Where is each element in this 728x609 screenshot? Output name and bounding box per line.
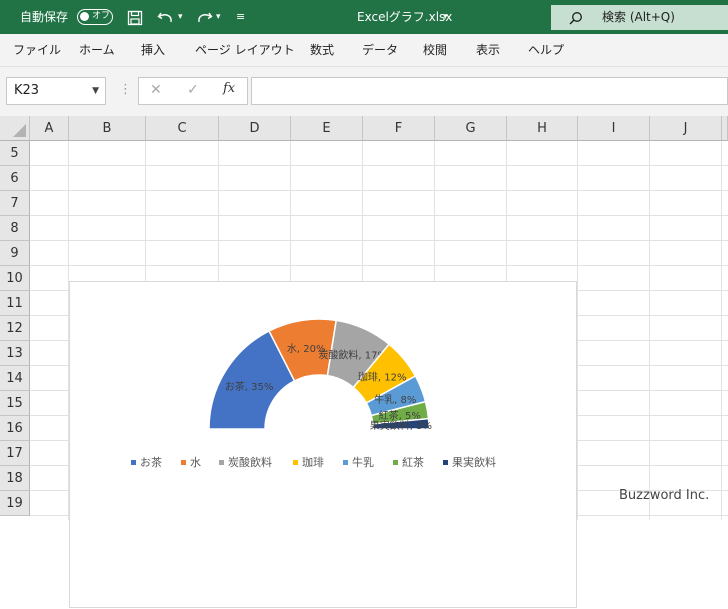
customize-toolbar-icon[interactable]: ≡ (236, 0, 245, 34)
search-icon (569, 5, 583, 30)
search-box[interactable]: 検索 (Alt+Q) (551, 5, 728, 30)
legend-swatch-7 (443, 460, 448, 465)
ribbon-tabs: ファイル ホーム 挿入 ページ レイアウト 数式 データ 校閲 表示 ヘルプ (0, 34, 728, 67)
legend-swatch-3 (219, 460, 224, 465)
file-name[interactable]: Excelグラフ.xlsx (357, 0, 452, 34)
tab-page-layout[interactable]: ページ レイアウト (195, 34, 295, 66)
legend-swatch-4 (293, 460, 298, 465)
title-bar: 自動保存 オフ ▾ ▾ ≡ Excelグラフ.xlsx ▾ 検索 (Alt+Q) (0, 0, 728, 34)
row-header-17[interactable]: 17 (0, 441, 30, 466)
column-header-A[interactable]: A (30, 116, 69, 141)
row-header-15[interactable]: 15 (0, 391, 30, 416)
row-gridline (30, 265, 728, 266)
row-header-12[interactable]: 12 (0, 316, 30, 341)
row-header-8[interactable]: 8 (0, 216, 30, 241)
undo-icon[interactable] (157, 0, 175, 34)
legend-label-2: 水 (190, 456, 201, 469)
name-box[interactable]: K23 ▼ (6, 77, 106, 105)
column-header-J[interactable]: J (650, 116, 722, 141)
tab-formulas[interactable]: 数式 (310, 34, 334, 66)
undo-dropdown-icon[interactable]: ▾ (178, 0, 183, 34)
column-header-G[interactable]: G (435, 116, 507, 141)
row-header-16[interactable]: 16 (0, 416, 30, 441)
row-gridline (30, 215, 728, 216)
row-gridline (30, 190, 728, 191)
save-icon[interactable] (127, 0, 143, 34)
doughnut-chart[interactable]: お茶, 35% 水, 20% 炭酸飲料, 17% 珈琲, 12% 牛乳, 8% 紅茶, 5… (69, 281, 577, 608)
row-header-9[interactable]: 9 (0, 241, 30, 266)
autosave-label: 自動保存 (20, 10, 69, 24)
insert-function-icon[interactable]: fx (223, 81, 235, 96)
autosave-toggle[interactable]: オフ (77, 9, 113, 25)
column-header-B[interactable]: B (69, 116, 146, 141)
tab-help[interactable]: ヘルプ (528, 34, 564, 66)
name-box-value: K23 (14, 83, 40, 98)
search-label: 検索 (Alt+Q) (602, 10, 675, 24)
column-header-D[interactable]: D (219, 116, 291, 141)
column-header-H[interactable]: H (507, 116, 578, 141)
chart-plot: お茶, 35%水, 20%炭酸飲料, 17%珈琲, 12%牛乳, 8%紅茶, 5… (131, 318, 496, 469)
data-label-1: お茶, 35% (225, 380, 274, 393)
legend-label-7: 果実飲料 (452, 455, 496, 469)
row-header-13[interactable]: 13 (0, 341, 30, 366)
legend-label-6: 紅茶 (402, 456, 424, 469)
tab-review[interactable]: 校閲 (423, 34, 447, 66)
column-header-E[interactable]: E (291, 116, 363, 141)
legend-label-4: 珈琲 (302, 455, 324, 469)
tab-insert[interactable]: 挿入 (141, 34, 165, 66)
redo-icon[interactable] (195, 0, 213, 34)
row-header-11[interactable]: 11 (0, 291, 30, 316)
autosave-state: オフ (92, 11, 111, 21)
row-gridline (30, 240, 728, 241)
column-header-F[interactable]: F (363, 116, 435, 141)
more-options-icon: ⋮ (119, 82, 132, 97)
row-header-18[interactable]: 18 (0, 466, 30, 491)
watermark-text: Buzzword Inc. (619, 488, 710, 503)
legend-label-3: 炭酸飲料 (228, 455, 272, 469)
tab-data[interactable]: データ (362, 34, 398, 66)
formula-bar: K23 ▼ ⋮ ✕ ✓ fx (0, 67, 728, 116)
tab-file[interactable]: ファイル (13, 34, 61, 66)
row-header-6[interactable]: 6 (0, 166, 30, 191)
cancel-icon[interactable]: ✕ (150, 82, 162, 98)
data-label-4: 珈琲, 12% (358, 371, 407, 384)
row-header-7[interactable]: 7 (0, 191, 30, 216)
column-gridline (649, 141, 650, 520)
column-header-next[interactable] (722, 116, 728, 141)
legend-swatch-6 (393, 460, 398, 465)
formula-actions: ✕ ✓ fx (138, 77, 248, 105)
row-gridline (30, 165, 728, 166)
row-header-10[interactable]: 10 (0, 266, 30, 291)
column-header-C[interactable]: C (146, 116, 219, 141)
name-box-dropdown-icon[interactable]: ▼ (92, 78, 99, 104)
redo-dropdown-icon[interactable]: ▾ (216, 0, 221, 34)
row-header-19[interactable]: 19 (0, 491, 30, 516)
enter-icon[interactable]: ✓ (187, 82, 199, 98)
legend-label-5: 牛乳 (352, 455, 374, 469)
tab-view[interactable]: 表示 (476, 34, 500, 66)
legend-swatch-5 (343, 460, 348, 465)
column-header-I[interactable]: I (578, 116, 650, 141)
tab-home[interactable]: ホーム (79, 34, 115, 66)
legend-label-1: お茶 (140, 456, 162, 469)
file-name-dropdown-icon[interactable]: ▾ (443, 0, 448, 34)
formula-input[interactable] (251, 77, 728, 105)
data-label-5: 牛乳, 8% (374, 393, 416, 406)
column-gridline (721, 141, 722, 520)
select-all-corner[interactable] (0, 116, 30, 141)
legend-swatch-1 (131, 460, 136, 465)
row-header-5[interactable]: 5 (0, 141, 30, 166)
row-header-14[interactable]: 14 (0, 366, 30, 391)
legend-swatch-2 (181, 460, 186, 465)
spreadsheet-grid: ABCDEFGHIJ 5 6 7 8 9 10 11 12 13 14 15 16 17 18 19 お茶,… (0, 116, 728, 608)
data-label-7: 果実飲料, 3% (370, 419, 432, 432)
